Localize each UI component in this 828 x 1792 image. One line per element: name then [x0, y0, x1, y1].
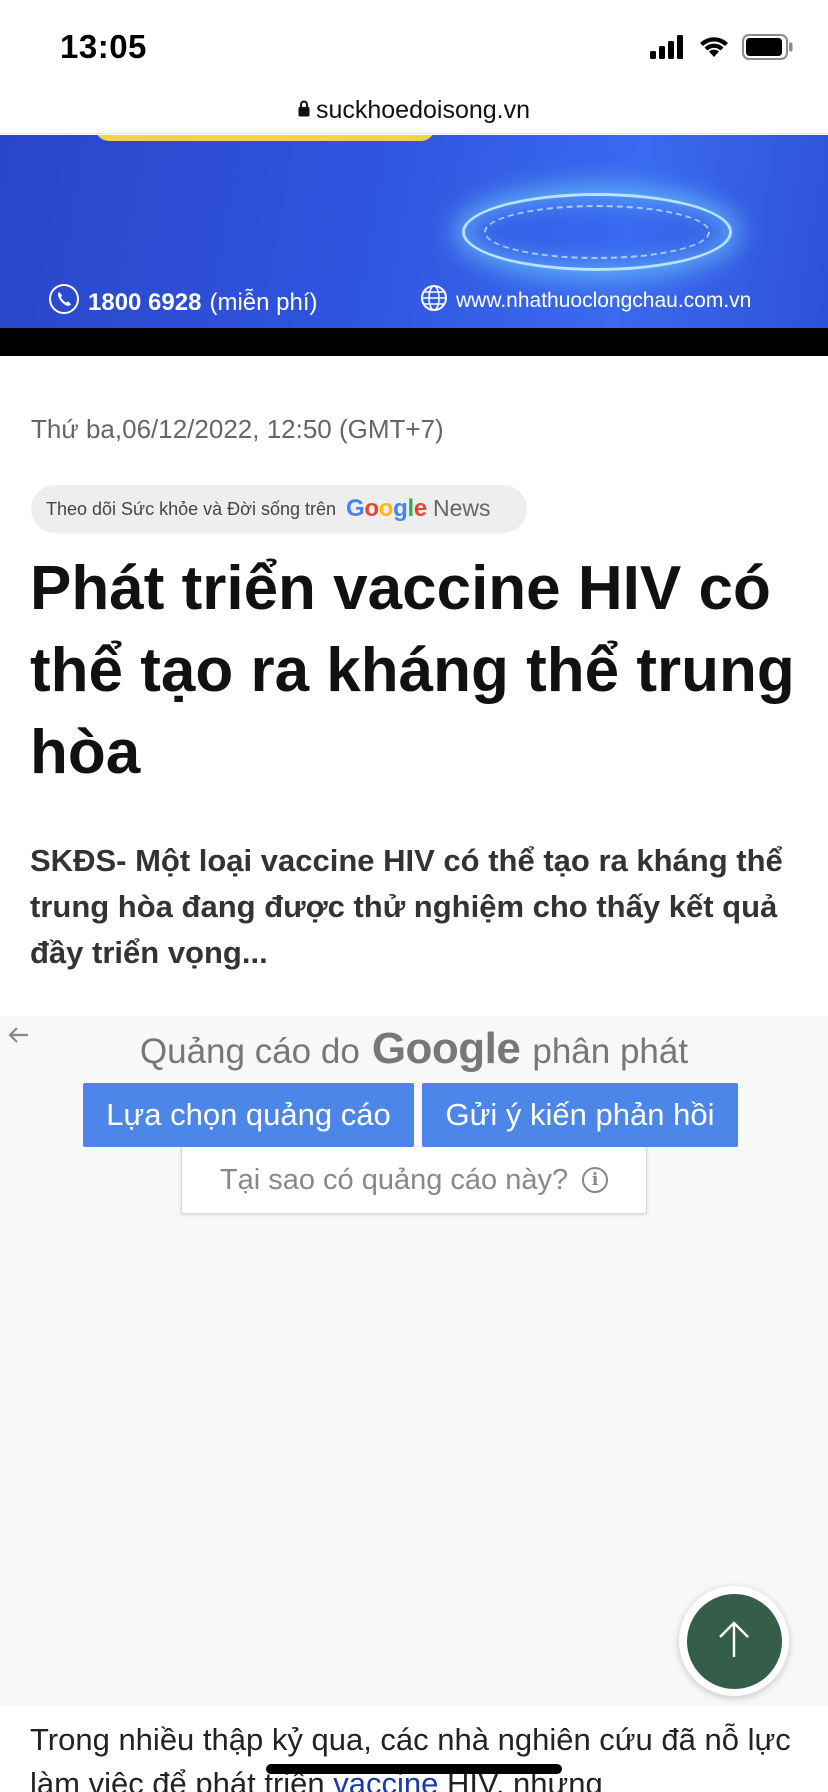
scroll-to-top-circle — [686, 1593, 782, 1689]
article-sapo: SKĐS- Một loại vaccine HIV có thể tạo ra… — [30, 843, 783, 970]
why-this-ad-button[interactable]: Tại sao có quảng cáo này? i — [181, 1147, 647, 1214]
battery-icon — [742, 33, 794, 65]
banner-phone-number: 1800 6928 — [88, 288, 202, 316]
article-headline: Phát triển vaccine HIV có thể tạo ra khá… — [30, 554, 795, 787]
banner-decoration — [95, 135, 435, 277]
address-bar[interactable]: suckhoedoisong.vn — [0, 88, 828, 134]
arrow-up-icon — [716, 1619, 752, 1664]
follow-text: Theo dõi Sức khỏe và Đời sống trên — [46, 498, 337, 519]
google-letter: o — [364, 495, 379, 522]
news-label: News — [432, 495, 491, 521]
banner-bottom-bar — [0, 328, 828, 356]
ad-served-by-prefix: Quảng cáo do — [139, 1032, 360, 1071]
ad-feedback-button[interactable]: Gửi ý kiến phản hồi — [422, 1083, 738, 1147]
article-date: Thứ ba,06/12/2022, 12:50 (GMT+7) — [31, 414, 444, 444]
google-wordmark: Google — [346, 495, 427, 523]
ad-served-by: Quảng cáo do Google phân phát — [0, 1024, 828, 1074]
google-letter: o — [378, 495, 394, 522]
google-letter: G — [346, 495, 365, 522]
google-letter: g — [393, 495, 408, 522]
status-bar: 13:05 — [0, 0, 828, 92]
ad-served-by-suffix: phân phát — [532, 1032, 689, 1071]
google-letter: e — [413, 495, 427, 522]
banner-website: www.nhathuoclongchau.com.vn — [420, 284, 751, 318]
scroll-to-top-button[interactable] — [679, 1586, 789, 1696]
globe-icon — [420, 284, 448, 318]
phone-icon — [48, 283, 80, 322]
status-time: 13:05 — [60, 28, 147, 65]
banner-phone-note: (miễn phí) — [209, 288, 318, 316]
ad-google-logo: Google — [371, 1024, 521, 1073]
lock-icon — [298, 100, 310, 122]
banner-glow-ring-inner — [484, 205, 710, 259]
cellular-signal-icon — [650, 34, 686, 64]
ad-choices-button[interactable]: Lựa chọn quảng cáo — [83, 1083, 414, 1147]
banner-ad[interactable]: 1800 6928 (miễn phí) www.nhathuoclongcha… — [0, 135, 828, 328]
why-this-ad-label: Tại sao có quảng cáo này? — [219, 1163, 569, 1196]
google-news-follow-button[interactable]: Theo dõi Sức khỏe và Đời sống trên Googl… — [31, 485, 527, 533]
banner-phone: 1800 6928 (miễn phí) — [48, 283, 318, 322]
url-text: suckhoedoisong.vn — [315, 96, 531, 124]
google-news-logo: Google News — [346, 495, 490, 523]
info-icon: i — [582, 1167, 609, 1193]
home-indicator[interactable] — [266, 1764, 562, 1774]
article-body-paragraph: Trong nhiều thập kỷ qua, các nhà nghiên … — [30, 1718, 820, 1792]
banner-website-text: www.nhathuoclongchau.com.vn — [456, 289, 752, 312]
wifi-icon — [698, 35, 730, 64]
status-icons — [650, 33, 794, 65]
